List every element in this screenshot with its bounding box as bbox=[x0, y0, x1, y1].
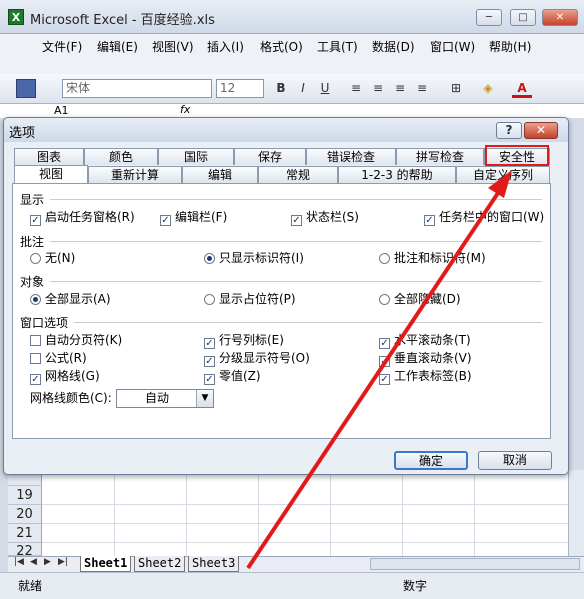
arrow-head bbox=[488, 170, 512, 198]
annotation-arrow bbox=[246, 170, 512, 570]
arrow-shaft bbox=[246, 188, 502, 570]
